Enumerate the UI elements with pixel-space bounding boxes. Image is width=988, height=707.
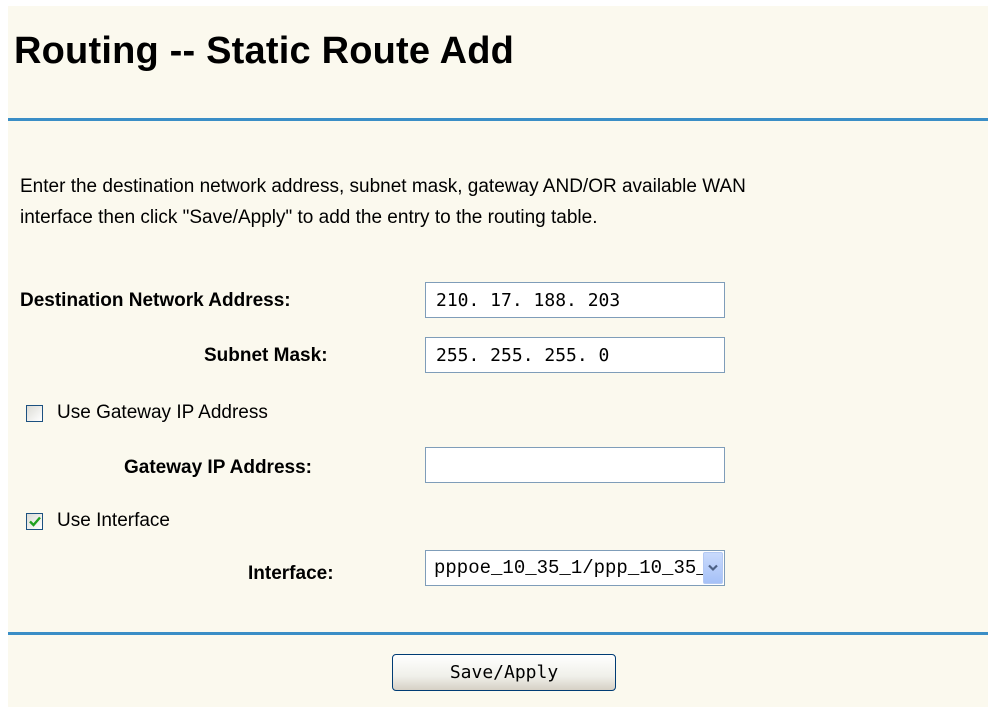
page-description: Enter the destination network address, s… xyxy=(20,171,980,233)
interface-label: Interface: xyxy=(248,563,334,584)
destination-address-input[interactable] xyxy=(425,282,725,318)
page-title: Routing -- Static Route Add xyxy=(14,30,515,72)
bottom-divider xyxy=(8,632,988,635)
use-gateway-label: Use Gateway IP Address xyxy=(57,402,268,423)
interface-select-value: pppoe_10_35_1/ppp_10_35_1 xyxy=(434,557,703,579)
interface-select[interactable]: pppoe_10_35_1/ppp_10_35_1 xyxy=(425,550,725,586)
top-divider xyxy=(8,118,988,121)
save-apply-button[interactable]: Save/Apply xyxy=(392,654,616,691)
use-interface-label: Use Interface xyxy=(57,510,170,531)
gateway-ip-label: Gateway IP Address: xyxy=(124,457,312,478)
description-line-1: Enter the destination network address, s… xyxy=(20,176,746,197)
use-interface-checkbox[interactable] xyxy=(26,512,43,530)
description-line-2: interface then click "Save/Apply" to add… xyxy=(20,207,598,228)
dropdown-arrow-button[interactable] xyxy=(703,552,723,584)
chevron-down-icon xyxy=(708,564,718,572)
use-gateway-row: Use Gateway IP Address xyxy=(26,402,268,424)
use-interface-row: Use Interface xyxy=(26,510,170,532)
checkmark-icon xyxy=(28,516,41,527)
use-gateway-checkbox[interactable] xyxy=(26,404,43,422)
subnet-mask-input[interactable] xyxy=(425,337,725,373)
subnet-mask-label: Subnet Mask: xyxy=(204,345,328,366)
gateway-ip-input[interactable] xyxy=(425,447,725,483)
destination-address-label: Destination Network Address: xyxy=(20,290,291,311)
